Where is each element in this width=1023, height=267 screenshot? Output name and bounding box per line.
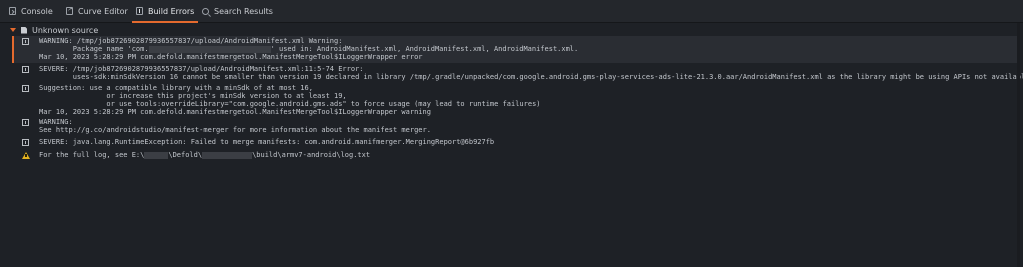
build-errors-icon bbox=[136, 7, 143, 15]
info-icon bbox=[22, 66, 29, 73]
message-text: WARNING: /tmp/job8726902879936557837/upl… bbox=[39, 37, 579, 61]
scrollbar-track[interactable] bbox=[1017, 23, 1020, 267]
message-text: SEVERE: java.lang.RuntimeException: Fail… bbox=[39, 138, 495, 146]
source-group-header[interactable]: Unknown source bbox=[10, 24, 98, 36]
message-text: SEVERE: /tmp/job8726902879936557837/uplo… bbox=[39, 65, 1023, 81]
tab-search-results[interactable]: Search Results bbox=[202, 0, 273, 22]
message-text: For the full log, see E:\ \Defold\ \build\… bbox=[39, 151, 371, 159]
chevron-down-icon[interactable] bbox=[10, 28, 16, 32]
warning-message[interactable]: For the full log, see E:\ \Defold\ \build\… bbox=[22, 151, 370, 159]
error-message[interactable]: WARNING: See http://g.co/androidstudio/ma… bbox=[22, 118, 431, 134]
tab-label: Console bbox=[21, 6, 53, 16]
info-icon bbox=[22, 139, 29, 146]
redacted-text bbox=[202, 152, 253, 159]
tab-build-errors[interactable]: Build Errors bbox=[131, 0, 199, 23]
console-icon bbox=[9, 7, 16, 15]
info-icon bbox=[22, 85, 29, 92]
info-icon bbox=[22, 38, 29, 45]
search-icon bbox=[202, 7, 209, 15]
panel-tab-bar: Console Curve Editor Build Errors Search… bbox=[0, 0, 1023, 23]
redacted-text bbox=[144, 152, 169, 159]
source-label: Unknown source bbox=[32, 25, 99, 35]
curve-editor-icon bbox=[66, 7, 73, 15]
tab-label: Build Errors bbox=[148, 6, 195, 16]
error-message[interactable]: Suggestion: use a compatible library wit… bbox=[22, 84, 541, 116]
error-message[interactable]: SEVERE: /tmp/job8726902879936557837/uplo… bbox=[22, 65, 1023, 81]
error-message[interactable]: SEVERE: java.lang.RuntimeException: Fail… bbox=[22, 138, 494, 146]
message-text: WARNING: See http://g.co/androidstudio/ma… bbox=[39, 118, 431, 134]
tab-console[interactable]: Console bbox=[9, 0, 53, 22]
tab-curve-editor[interactable]: Curve Editor bbox=[66, 0, 128, 22]
message-text: Suggestion: use a compatible library wit… bbox=[39, 84, 541, 116]
info-icon bbox=[22, 119, 29, 126]
redacted-text bbox=[148, 46, 271, 53]
file-icon bbox=[21, 26, 27, 34]
build-errors-panel: Unknown source WARNING: /tmp/job87269028… bbox=[0, 23, 1023, 267]
error-message[interactable]: WARNING: /tmp/job8726902879936557837/upl… bbox=[22, 37, 578, 61]
warning-icon bbox=[22, 152, 30, 159]
tab-label: Search Results bbox=[214, 6, 273, 16]
tab-label: Curve Editor bbox=[78, 6, 128, 16]
